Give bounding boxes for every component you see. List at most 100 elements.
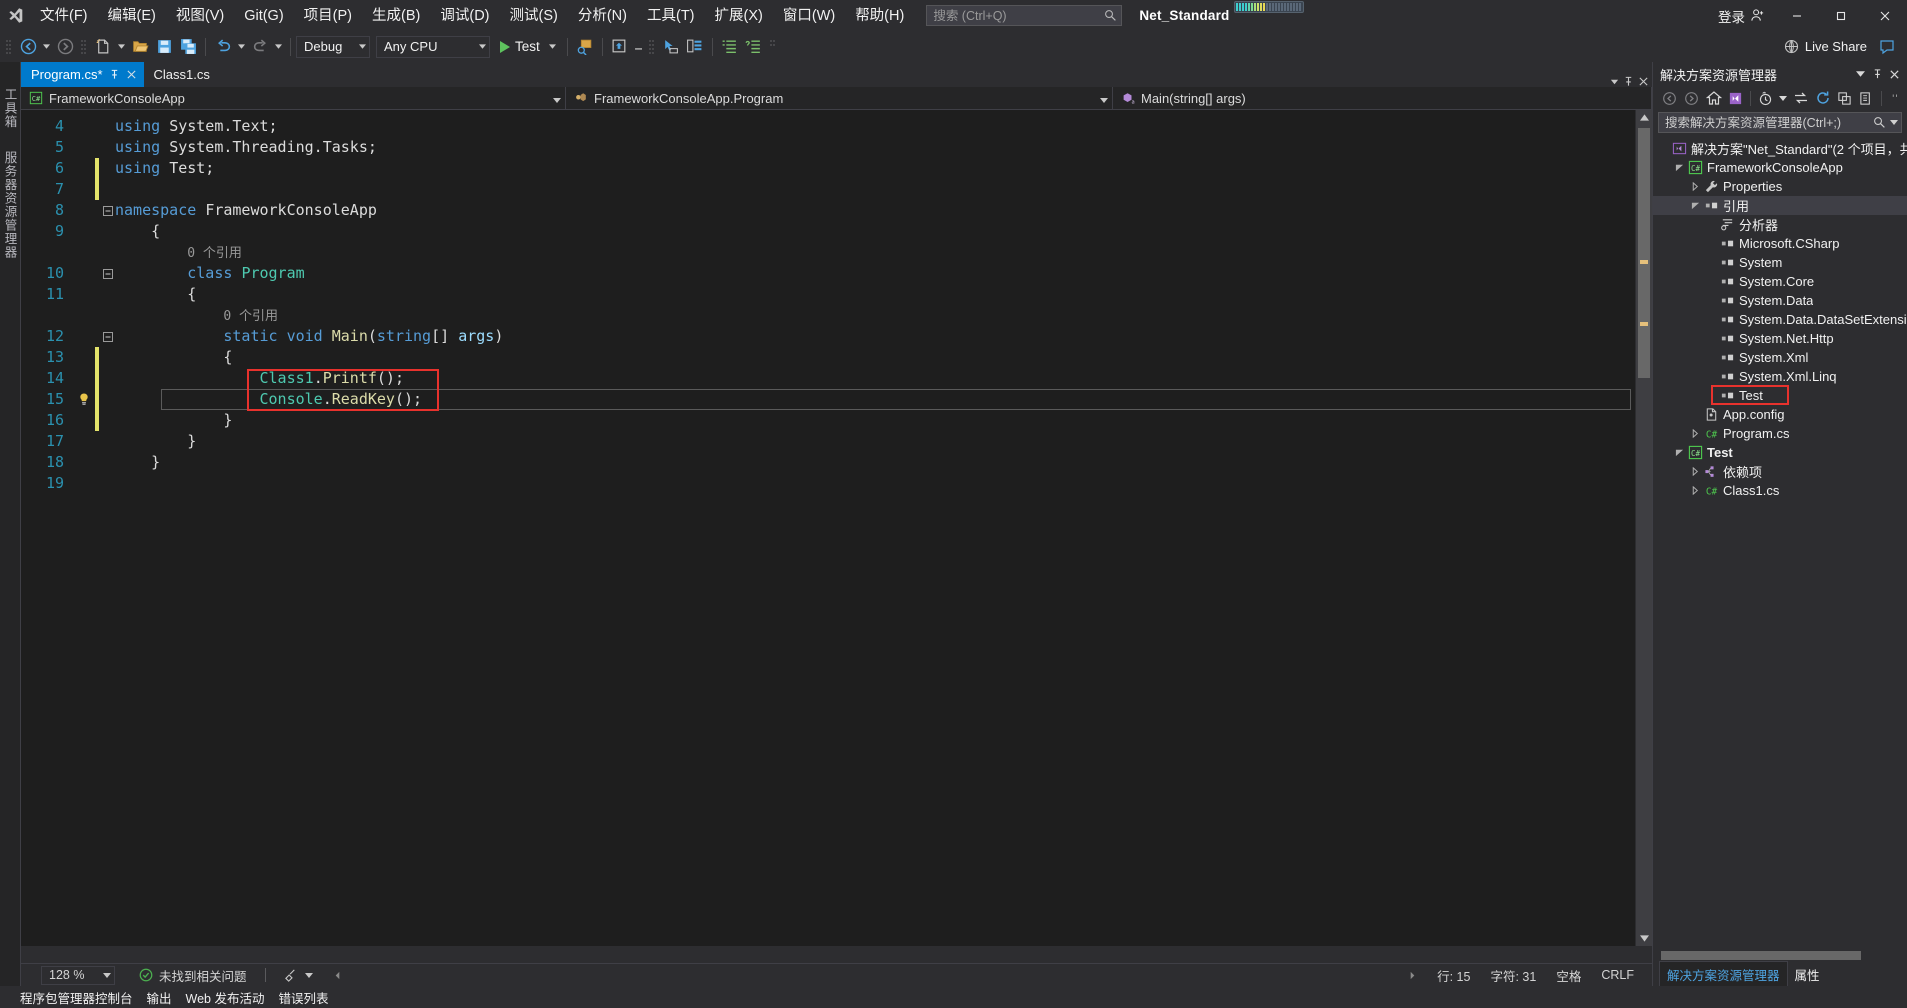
tree-node[interactable]: C# Program.cs [1653, 424, 1907, 443]
collapsed-chevron-icon[interactable] [1689, 177, 1702, 196]
quick-launch-search[interactable] [926, 5, 1123, 26]
close-icon[interactable] [126, 69, 137, 80]
close-icon[interactable] [1638, 76, 1649, 87]
tab-class1-cs[interactable]: Class1.cs [144, 62, 217, 87]
se-back-button[interactable] [1659, 88, 1680, 109]
tree-node[interactable]: System.Xml.Linq [1653, 367, 1907, 386]
code-line[interactable]: 4 using System.Text; [21, 116, 1635, 137]
undo-dropdown[interactable] [235, 35, 248, 59]
select-element-button[interactable] [659, 35, 683, 59]
menu-view[interactable]: 视图(V) [166, 3, 234, 29]
navigate-backward-dropdown[interactable] [40, 35, 53, 59]
se-switch-views-button[interactable] [1725, 88, 1746, 109]
tree-node[interactable]: Properties [1653, 177, 1907, 196]
fold-toggle-icon[interactable] [101, 205, 115, 216]
editor-vertical-scrollbar[interactable] [1635, 110, 1652, 946]
collapsed-chevron-icon[interactable] [1689, 424, 1702, 443]
new-project-button[interactable] [91, 35, 115, 59]
open-file-button[interactable] [128, 35, 152, 59]
tree-node[interactable]: System.Xml [1653, 348, 1907, 367]
live-share-button[interactable]: Live Share [1776, 39, 1875, 54]
expanded-chevron-icon[interactable] [1689, 196, 1702, 215]
tree-node[interactable]: System.Data.DataSetExtensio [1653, 310, 1907, 329]
save-button[interactable] [152, 35, 176, 59]
code-line[interactable]: 11 { [21, 284, 1635, 305]
bottom-tab-output[interactable]: 输出 [147, 988, 172, 1007]
toolbar-grip-2[interactable] [80, 38, 88, 56]
fold-toggle-icon[interactable] [101, 331, 115, 342]
se-home-button[interactable] [1703, 88, 1724, 109]
redo-button[interactable] [248, 35, 272, 59]
expand-status-button[interactable] [1398, 971, 1427, 980]
tree-node[interactable]: Test [1653, 386, 1907, 405]
menu-extensions[interactable]: 扩展(X) [705, 3, 773, 29]
solution-search-input[interactable] [1665, 115, 1873, 130]
chevron-down-icon[interactable] [1890, 120, 1898, 125]
code-line[interactable]: 8 namespace FrameworkConsoleApp [21, 200, 1635, 221]
tree-node[interactable]: System.Net.Http [1653, 329, 1907, 348]
se-show-all-files-button[interactable] [1856, 88, 1877, 109]
tree-node[interactable]: C# FrameworkConsoleApp [1653, 158, 1907, 177]
se-pending-changes-button[interactable] [1755, 88, 1776, 109]
tree-node[interactable]: App.config [1653, 405, 1907, 424]
panel-drag-dots[interactable] [1783, 71, 1846, 77]
code-editor[interactable]: 4 using System.Text; 5 using System.Threadi… [21, 110, 1635, 946]
expanded-chevron-icon[interactable] [1673, 158, 1686, 177]
menu-edit[interactable]: 编辑(E) [98, 3, 166, 29]
tree-node[interactable]: System [1653, 253, 1907, 272]
se-properties-button[interactable] [1886, 88, 1907, 109]
code-line[interactable]: 13 { [21, 347, 1635, 368]
uncomment-button[interactable] [742, 35, 766, 59]
code-line[interactable]: 9 { [21, 221, 1635, 242]
redo-dropdown[interactable] [272, 35, 285, 59]
hscrollbar-thumb[interactable] [1661, 951, 1861, 960]
bottom-tab-web-publish-activity[interactable]: Web 发布活动 [186, 988, 265, 1007]
scroll-up-arrow[interactable] [1636, 110, 1652, 125]
collapse-status-button[interactable] [323, 971, 352, 980]
fold-toggle-icon[interactable] [101, 268, 115, 279]
se-sync-button[interactable] [1790, 88, 1811, 109]
tree-node[interactable]: System.Core [1653, 272, 1907, 291]
code-line[interactable]: 15 Console.ReadKey(); [21, 389, 1635, 410]
pin-icon[interactable] [109, 69, 120, 80]
menu-file[interactable]: 文件(F) [30, 3, 98, 29]
issues-status[interactable]: 未找到相关问题 [129, 966, 257, 985]
close-button[interactable] [1863, 0, 1907, 31]
tree-node[interactable]: C# Test [1653, 443, 1907, 462]
chevron-down-icon[interactable] [1088, 91, 1108, 106]
search-input[interactable] [933, 8, 1105, 23]
feedback-button[interactable] [1875, 35, 1899, 59]
navbar-member-combo[interactable]: a Main(string[] args) [1113, 87, 1652, 109]
solution-configuration-combo[interactable]: Debug [296, 35, 370, 58]
menu-project[interactable]: 项目(P) [294, 3, 362, 29]
solution-platform-combo[interactable]: Any CPU [376, 35, 490, 58]
code-line[interactable]: 17 } [21, 431, 1635, 452]
code-line[interactable]: 12 static void Main(string[] args) [21, 326, 1635, 347]
save-all-button[interactable] [176, 35, 200, 59]
menu-tools[interactable]: 工具(T) [637, 3, 705, 29]
menu-window[interactable]: 窗口(W) [773, 3, 845, 29]
menu-git[interactable]: Git(G) [234, 3, 293, 29]
tree-node[interactable]: System.Data [1653, 291, 1907, 310]
tree-node[interactable]: 依赖项 [1653, 462, 1907, 481]
code-line[interactable]: 10 class Program [21, 263, 1635, 284]
tree-node[interactable]: C# Class1.cs [1653, 481, 1907, 500]
pin-icon[interactable] [1623, 76, 1634, 87]
live-preview-button[interactable] [608, 35, 632, 59]
chevron-down-icon[interactable] [1610, 77, 1619, 86]
tree-node[interactable]: 解决方案"Net_Standard"(2 个项目，共 2 [1653, 139, 1907, 158]
code-line[interactable]: 19 [21, 473, 1635, 494]
chevron-down-icon[interactable] [541, 91, 561, 106]
tree-node[interactable]: 引用 [1653, 196, 1907, 215]
code-line[interactable]: 6 using Test; [21, 158, 1635, 179]
code-line[interactable]: 7 [21, 179, 1635, 200]
attach-to-process-button[interactable] [573, 35, 597, 59]
code-line[interactable]: 16 } [21, 410, 1635, 431]
panel-menu-button[interactable] [1852, 64, 1869, 84]
toolbar-grip-3[interactable] [648, 38, 656, 56]
live-preview-dropdown[interactable] [632, 35, 645, 59]
undo-button[interactable] [211, 35, 235, 59]
minimize-button[interactable] [1775, 0, 1819, 31]
rail-tab-toolbox[interactable]: 工具箱 [0, 80, 22, 137]
toolbar-grip[interactable] [5, 38, 13, 56]
